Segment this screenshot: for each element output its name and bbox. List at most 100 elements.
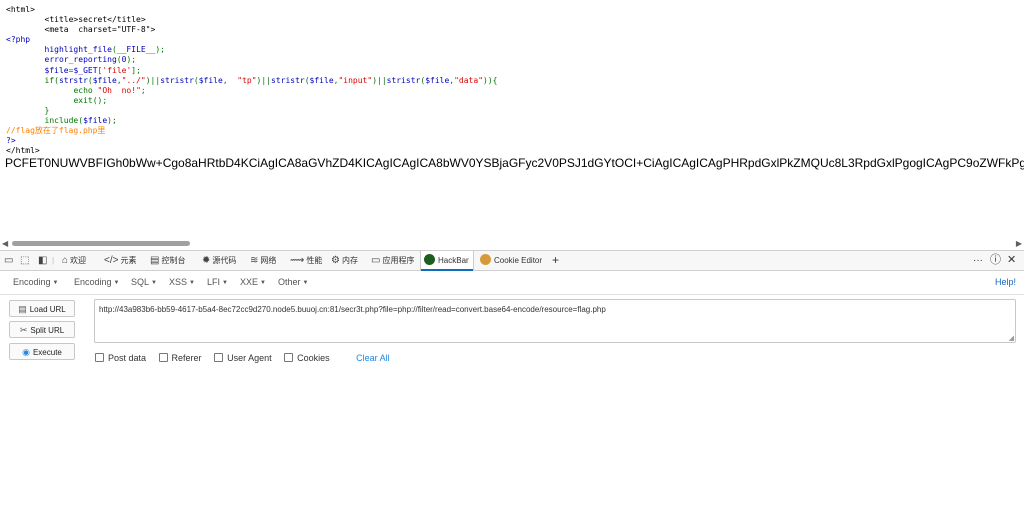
source-token: <title>secret</title> [44, 15, 146, 25]
source-token: $file [309, 75, 334, 85]
scroll-left-icon[interactable]: ◀ [2, 240, 8, 248]
bug-icon: ✹ [202, 255, 211, 266]
source-token: stristr [271, 75, 305, 85]
inspect-icon[interactable]: ⬚ [20, 251, 31, 270]
tab-performance[interactable]: ⟿ 性能 [290, 251, 322, 270]
source-token: echo [73, 85, 98, 95]
hackbar-menu: Encoding ▼ Encoding ▼ SQL ▼ XSS ▼ LFI ▼ XXE ▼ … [0, 270, 1024, 295]
help-link[interactable]: Help! [995, 277, 1016, 287]
source-token: error_reporting [44, 55, 117, 65]
source-token: <html> [6, 5, 35, 14]
menu-other[interactable]: Other ▼ [278, 277, 308, 287]
horizontal-scrollbar[interactable]: ◀ ▶ [0, 238, 1024, 250]
source-token: </html> [6, 146, 40, 156]
source-token: exit [73, 95, 93, 105]
source-line: <html> [6, 5, 497, 15]
source-token: "data" [454, 75, 484, 85]
tab-elements[interactable]: </> 元素 [104, 251, 136, 270]
source-line: } [6, 106, 497, 116]
performance-icon: ⟿ [290, 255, 305, 266]
url-textarea[interactable]: http://43a983b6-bb59-4617-b5a4-8ec72cc9d… [94, 299, 1016, 343]
source-line: //flag放在了flag.php里 [6, 126, 497, 136]
device-emulation-icon[interactable]: ▭ [4, 251, 15, 270]
menu-encoding-2[interactable]: Encoding ▼ [74, 277, 119, 287]
close-devtools-icon[interactable]: ✕ [1007, 251, 1016, 270]
caret-down-icon: ▼ [222, 280, 228, 286]
options-row: Post data Referer User Agent Cookies Cle… [95, 352, 390, 363]
help-icon[interactable]: ⓘ [990, 251, 1001, 270]
console-icon: ▤ [150, 255, 160, 266]
scrollbar-thumb[interactable] [12, 241, 190, 246]
source-line: error_reporting(0); [6, 55, 497, 65]
source-token: )){ [483, 75, 498, 85]
tab-cookie-editor[interactable]: Cookie Editor [480, 251, 542, 270]
source-line: exit(); [6, 96, 497, 106]
devtools-tabbar: ▭ ⬚ ◧ | ⌂ 欢迎 </> 元素 ▤ 控制台 ✹ 源代码 ≋ 网络 ⟿ 性能 ⚙ 内存 … [0, 250, 1024, 271]
referer-checkbox[interactable]: Referer [158, 353, 202, 363]
source-line: $file=$_GET['file']; [6, 66, 497, 76]
tab-welcome[interactable]: ⌂ 欢迎 [62, 251, 86, 270]
source-token: ); [126, 55, 137, 65]
source-token: "../" [121, 75, 146, 85]
source-line: <?php [6, 35, 497, 45]
tab-console[interactable]: ▤ 控制台 [150, 251, 185, 270]
source-token: <meta charset="UTF-8"> [44, 25, 156, 35]
menu-lfi[interactable]: LFI ▼ [207, 277, 228, 287]
split-url-button[interactable]: ✂ Split URL [9, 321, 75, 338]
more-options-icon[interactable]: ··· [973, 251, 983, 270]
source-token: , [222, 75, 238, 85]
scroll-right-icon[interactable]: ▶ [1016, 240, 1022, 248]
source-token: "Oh no!" [97, 85, 141, 95]
source-line: include($file); [6, 116, 497, 126]
tab-network[interactable]: ≋ 网络 [250, 251, 276, 270]
dock-icon[interactable]: ◧ [38, 251, 49, 270]
menu-sql[interactable]: SQL ▼ [131, 277, 157, 287]
clear-all-link[interactable]: Clear All [356, 353, 390, 363]
source-token: highlight_file [44, 45, 112, 55]
source-token: __FILE__ [116, 45, 156, 55]
source-token: include( [44, 116, 84, 126]
php-source: <html> <title>secret</title> <meta chars… [6, 5, 497, 156]
load-icon: ▤ [18, 304, 27, 314]
source-token: $file [44, 65, 69, 75]
add-tab-icon[interactable]: + [552, 251, 559, 270]
tab-memory[interactable]: ⚙ 内存 [331, 251, 358, 270]
source-token: )|| [372, 75, 387, 85]
cookie-icon [480, 254, 491, 266]
base64-output: PCFET0NUWVBFIGh0bWw+Cgo8aHRtbD4KCiAgICA8… [5, 156, 1024, 170]
caret-down-icon: ▼ [189, 280, 195, 286]
load-url-button[interactable]: ▤ Load URL [9, 300, 75, 317]
source-token: $file [83, 116, 108, 126]
menu-xss[interactable]: XSS ▼ [169, 277, 195, 287]
source-token: (); [92, 95, 108, 105]
resize-grip-icon[interactable]: ◢ [1009, 335, 1014, 342]
source-token: $_GET [73, 65, 98, 75]
source-token: $file [92, 75, 117, 85]
menu-encoding[interactable]: Encoding ▼ [13, 277, 58, 287]
user-agent-checkbox[interactable]: User Agent [214, 353, 272, 363]
source-token: $file [425, 75, 450, 85]
hackbar-logo-icon [424, 254, 435, 266]
tab-sources[interactable]: ✹ 源代码 [202, 251, 236, 270]
split-icon: ✂ [19, 325, 28, 335]
tab-application[interactable]: ▭ 应用程序 [371, 251, 414, 270]
tab-hackbar[interactable]: HackBar [420, 251, 474, 271]
cookies-checkbox[interactable]: Cookies [284, 353, 330, 363]
caret-down-icon: ▼ [302, 280, 309, 286]
source-token: ; [140, 85, 146, 95]
execute-button[interactable]: ◉ Execute [9, 343, 75, 360]
source-token: <?php [6, 35, 31, 45]
source-token: )|| [256, 75, 271, 85]
source-token: "tp" [237, 75, 257, 85]
code-icon: </> [104, 255, 119, 266]
post-data-checkbox[interactable]: Post data [95, 353, 146, 363]
source-line: <title>secret</title> [6, 15, 497, 25]
caret-down-icon: ▼ [113, 280, 120, 286]
menu-xxe[interactable]: XXE ▼ [240, 277, 266, 287]
source-token: ]; [131, 65, 141, 75]
caret-down-icon: ▼ [52, 280, 59, 286]
source-token: ); [155, 45, 165, 55]
caret-down-icon: ▼ [151, 280, 157, 286]
caret-down-icon: ▼ [260, 280, 266, 286]
source-token: "input" [338, 75, 373, 85]
